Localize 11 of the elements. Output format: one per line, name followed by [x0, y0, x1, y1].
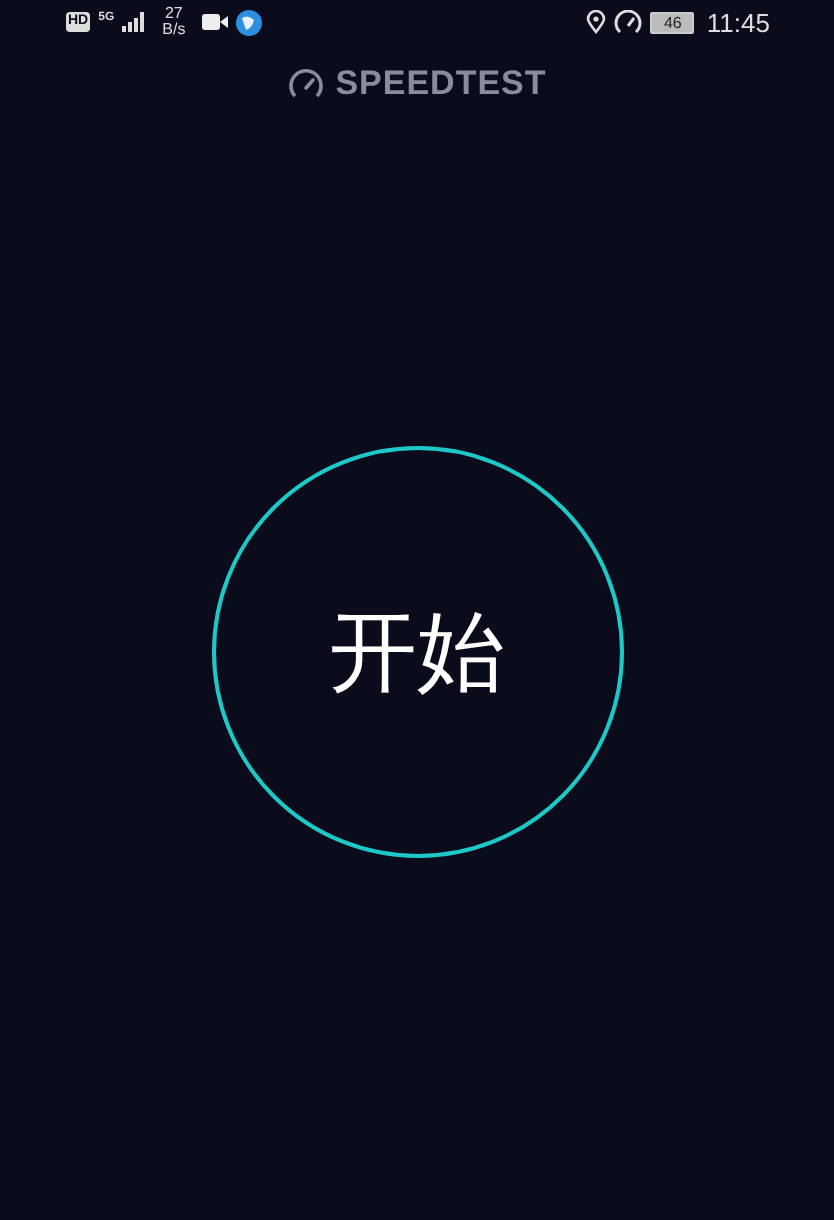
location-icon	[586, 10, 607, 34]
speed-unit: B/s	[162, 22, 186, 38]
clock-time: 11:45	[706, 7, 770, 37]
speedometer-icon	[614, 10, 643, 34]
app-title: SPEEDTEST	[335, 64, 547, 104]
battery-icon: 46	[650, 11, 695, 33]
start-button[interactable]: 开始	[211, 446, 623, 858]
speed-value: 27	[164, 6, 183, 22]
signal-icon	[122, 12, 147, 32]
speedometer-icon	[287, 68, 324, 100]
video-camera-icon	[201, 14, 228, 30]
